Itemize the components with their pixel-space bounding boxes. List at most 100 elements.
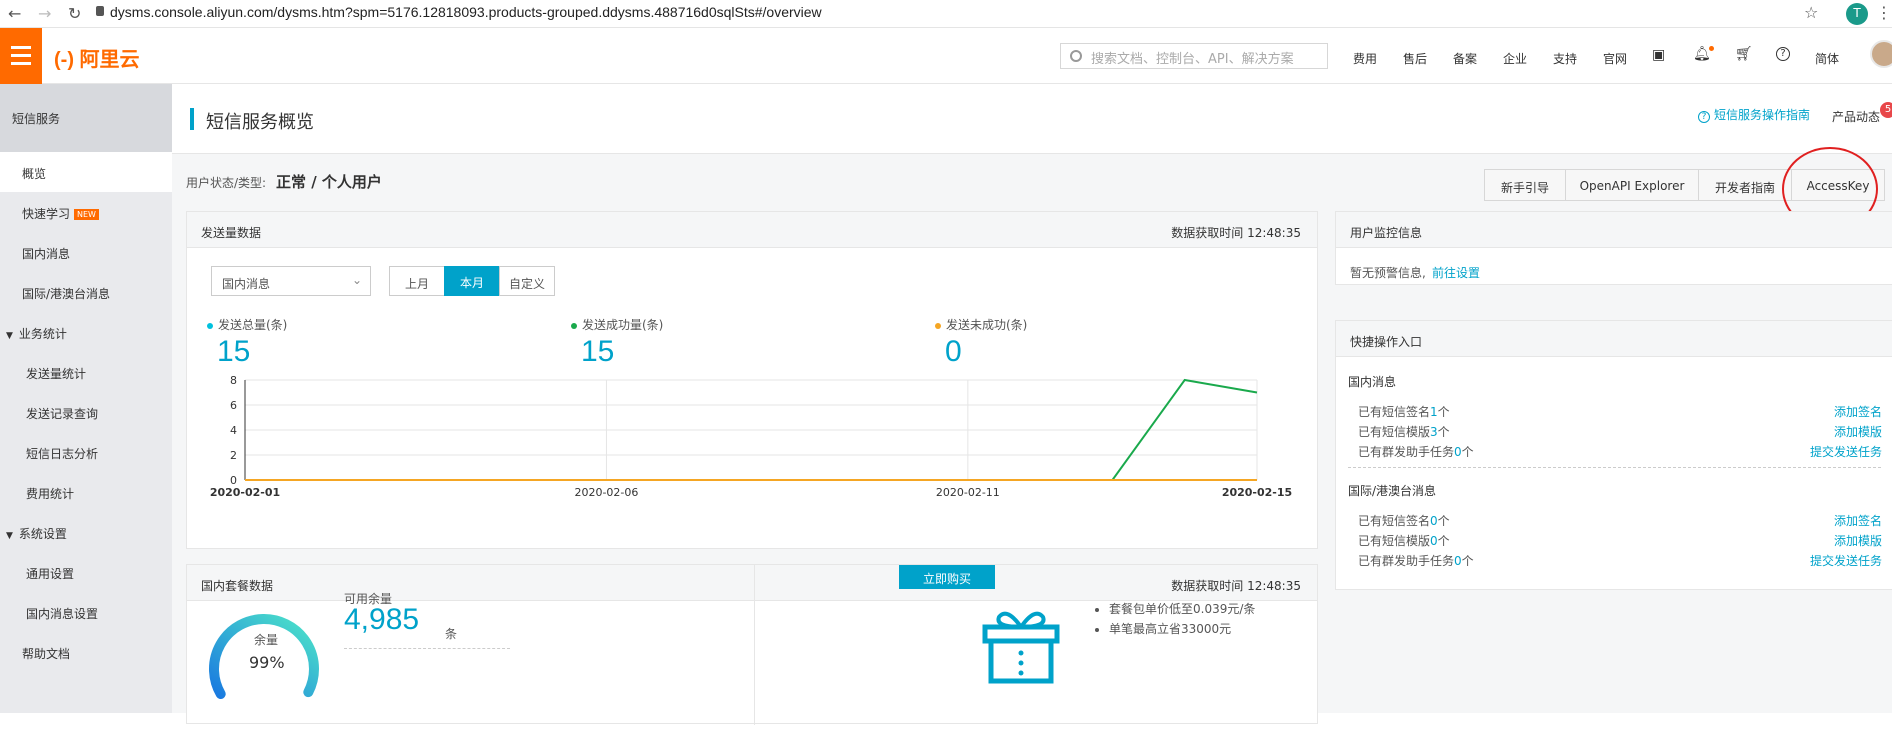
sidebar-item-international[interactable]: 国际/港澳台消息 <box>0 272 172 312</box>
submit-task-link[interactable]: 提交发送任务 <box>1810 443 1882 460</box>
quick-row: 已有短信模版0个 <box>1358 534 1450 548</box>
sidebar-item-domestic[interactable]: 国内消息 <box>0 232 172 272</box>
nav-fees[interactable]: 费用 <box>1353 50 1377 67</box>
chevron-down-icon: ⌄ <box>351 273 362 287</box>
divider <box>344 648 510 649</box>
sidebar-group-settings[interactable]: ▼ 系统设置 <box>0 512 172 552</box>
stat-total-label: 发送总量(条) <box>207 316 287 333</box>
stat-fail-label: 发送未成功(条) <box>935 316 1027 333</box>
terminal-icon[interactable]: ▣ <box>1652 47 1665 63</box>
tab-last-month[interactable]: 上月 <box>389 266 445 296</box>
monitor-panel: 用户监控信息 暂无预警信息, 前往设置 <box>1335 211 1892 285</box>
sidebar-item-domestic-settings[interactable]: 国内消息设置 <box>0 592 172 632</box>
back-icon[interactable]: ← <box>8 4 21 23</box>
address-bar[interactable]: dysms.console.aliyun.com/dysms.htm?spm=5… <box>110 4 822 20</box>
message-type-select[interactable]: 国内消息 ⌄ <box>211 266 371 296</box>
section-title: 国际/港澳台消息 <box>1348 484 1437 498</box>
available-value: 4,985 <box>344 603 420 636</box>
nav-support[interactable]: 支持 <box>1553 50 1577 67</box>
go-settings-link[interactable]: 前往设置 <box>1432 264 1480 281</box>
aliyun-logo[interactable]: (-) 阿里云 <box>54 43 140 72</box>
tab-custom[interactable]: 自定义 <box>499 266 555 296</box>
help-icon[interactable]: ? <box>1776 47 1790 61</box>
help-circle-icon: ? <box>1698 111 1710 123</box>
main-content: 短信服务概览 ? 短信服务操作指南 产品动态 5 用户状态/类型: 正常 / 个人… <box>172 84 1892 725</box>
product-news-link[interactable]: 产品动态 <box>1832 108 1880 125</box>
sidebar-item-quick-learn[interactable]: 快速学习 NEW <box>0 192 172 232</box>
submit-task-link[interactable]: 提交发送任务 <box>1810 552 1882 569</box>
user-avatar[interactable] <box>1870 40 1892 68</box>
sidebar-item-log-analysis[interactable]: 短信日志分析 <box>0 432 172 472</box>
quick-actions-panel: 快捷操作入口 国内消息 已有短信签名1个 添加签名 已有短信模版3个 添加模版 … <box>1335 320 1892 590</box>
profile-avatar[interactable]: T <box>1846 3 1868 25</box>
y-tick-label: 2 <box>230 449 237 462</box>
quick-row: 已有短信模版3个 <box>1358 425 1450 439</box>
nav-beian[interactable]: 备案 <box>1453 50 1477 67</box>
divider <box>754 565 755 725</box>
tab-this-month[interactable]: 本月 <box>444 266 500 296</box>
notification-dot <box>1709 46 1714 51</box>
browser-toolbar: ← → ↻ dysms.console.aliyun.com/dysms.htm… <box>0 0 1892 28</box>
panel-header: 用户监控信息 <box>1336 212 1892 248</box>
package-bullets: 套餐包单价低至0.039元/条 单笔最高立省33000元 <box>1109 599 1255 639</box>
buy-now-button[interactable]: 立即购买 <box>899 565 995 589</box>
monitor-text: 暂无预警信息, <box>1350 266 1426 280</box>
lang-switch[interactable]: 简体 <box>1815 50 1839 67</box>
gauge-percent: 99% <box>249 653 285 672</box>
add-template-link[interactable]: 添加模版 <box>1834 532 1882 549</box>
add-signature-link[interactable]: 添加签名 <box>1834 403 1882 420</box>
search-input[interactable]: 搜索文档、控制台、API、解决方案 <box>1060 43 1328 69</box>
nav-official[interactable]: 官网 <box>1603 50 1627 67</box>
section-title: 国内消息 <box>1348 375 1397 389</box>
star-icon[interactable]: ☆ <box>1804 3 1818 22</box>
add-template-link[interactable]: 添加模版 <box>1834 423 1882 440</box>
hamburger-menu-icon[interactable] <box>0 28 42 84</box>
divider <box>1348 467 1881 468</box>
cart-icon[interactable]: 🛒︎ <box>1735 46 1753 62</box>
quick-row: 已有短信签名1个 <box>1358 405 1450 419</box>
top-header: (-) 阿里云 搜索文档、控制台、API、解决方案 费用 售后 备案 企业 支持… <box>0 28 1892 84</box>
quick-row: 已有群发助手任务0个 <box>1358 445 1474 459</box>
page-header: 短信服务概览 ? 短信服务操作指南 产品动态 5 <box>172 84 1892 154</box>
x-tick-label: 2020-02-11 <box>936 486 1000 499</box>
sidebar-title: 短信服务 <box>0 84 172 152</box>
user-status-value: 正常 / 个人用户 <box>276 173 382 191</box>
reload-icon[interactable]: ↻ <box>68 4 81 23</box>
add-signature-link[interactable]: 添加签名 <box>1834 512 1882 529</box>
quick-row: 已有群发助手任务0个 <box>1358 554 1474 568</box>
sidebar-item-overview[interactable]: 概览 <box>0 152 172 192</box>
newbie-guide-button[interactable]: 新手引导 <box>1484 169 1566 201</box>
y-tick-label: 8 <box>230 374 237 387</box>
nav-enterprise[interactable]: 企业 <box>1503 50 1527 67</box>
x-tick-label: 2020-02-06 <box>574 486 638 499</box>
list-item: 套餐包单价低至0.039元/条 <box>1109 599 1255 619</box>
sidebar-item-help[interactable]: 帮助文档 <box>0 632 172 672</box>
title-accent <box>190 108 194 130</box>
menu-icon[interactable]: ⋮ <box>1876 3 1892 22</box>
available-unit: 条 <box>445 627 458 641</box>
openapi-explorer-button[interactable]: OpenAPI Explorer <box>1565 169 1699 201</box>
quick-row: 已有短信签名0个 <box>1358 514 1450 528</box>
nav-aftersale[interactable]: 售后 <box>1403 50 1427 67</box>
send-volume-chart: 024682020-02-01 2020-02-06 2020-02-11 2020-… <box>210 374 1292 499</box>
caret-down-icon: ▼ <box>6 531 13 541</box>
sidebar: 短信服务 概览 快速学习 NEW 国内消息 国际/港澳台消息 ▼ 业务统计 发送量统… <box>0 84 172 713</box>
stat-success-label: 发送成功量(条) <box>571 316 663 333</box>
y-tick-label: 4 <box>230 424 237 437</box>
x-tick-label: 2020-02-01 <box>210 486 280 499</box>
news-count-badge: 5 <box>1880 102 1892 118</box>
sidebar-item-send-stats[interactable]: 发送量统计 <box>0 352 172 392</box>
forward-icon[interactable]: → <box>38 4 51 23</box>
lock-icon <box>96 6 104 16</box>
sidebar-item-general-settings[interactable]: 通用设置 <box>0 552 172 592</box>
developer-guide-button[interactable]: 开发者指南 <box>1698 169 1792 201</box>
guide-link[interactable]: ? 短信服务操作指南 <box>1698 106 1810 123</box>
user-status-label: 用户状态/类型: <box>186 176 267 190</box>
send-volume-panel: 发送量数据 数据获取时间 12:48:35 国内消息 ⌄ 上月 本月 自定义 发送总… <box>186 211 1318 549</box>
sidebar-group-stats[interactable]: ▼ 业务统计 <box>0 312 172 352</box>
package-panel: 国内套餐数据 数据获取时间 12:48:35 余量 99% 可用余量 4,985 … <box>186 564 1318 725</box>
caret-down-icon: ▼ <box>6 331 13 341</box>
sidebar-item-fee-stats[interactable]: 费用统计 <box>0 472 172 512</box>
panel-header: 快捷操作入口 <box>1336 321 1892 357</box>
sidebar-item-send-records[interactable]: 发送记录查询 <box>0 392 172 432</box>
